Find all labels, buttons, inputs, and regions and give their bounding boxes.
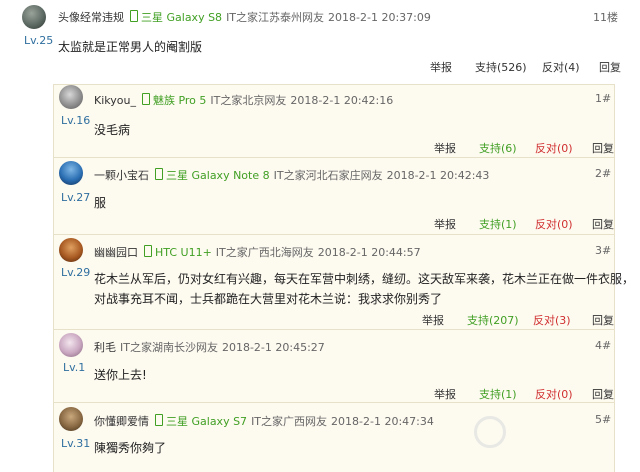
report-button[interactable]: 举报 (434, 216, 456, 232)
user-source: IT之家北京网友 (210, 94, 287, 107)
reply-content: 没毛病 (94, 123, 131, 137)
reply-button[interactable]: 回复 (592, 216, 614, 232)
reply-item: Lv.1 利毛 IT之家湖南长沙网友 2018-2-1 20:45:27 4# 送你… (54, 330, 614, 403)
avatar[interactable] (59, 85, 83, 109)
user-level: Lv.27 (61, 191, 91, 204)
phone-model[interactable]: 三星 Galaxy S7 (166, 415, 247, 428)
phone-model[interactable]: 魅族 Pro 5 (153, 94, 206, 107)
report-button[interactable]: 举报 (434, 386, 456, 402)
oppose-button[interactable]: 反对(0) (535, 216, 573, 232)
oppose-button[interactable]: 反对(3) (533, 312, 571, 328)
support-button[interactable]: 支持(1) (479, 386, 517, 402)
reply-header: 一颗小宝石 三星 Galaxy Note 8 IT之家河北石家庄网友 2018-2-1… (94, 167, 489, 183)
username[interactable]: Kikyou_ (94, 94, 136, 107)
user-source: IT之家湖南长沙网友 (120, 341, 218, 354)
phone-icon (155, 168, 163, 180)
phone-icon (144, 245, 152, 257)
reply-content: 送你上去! (94, 368, 147, 382)
oppose-button[interactable]: 反对(0) (535, 140, 573, 156)
avatar[interactable] (59, 238, 83, 262)
reply-time: 2018-2-1 20:47:34 (331, 415, 434, 428)
floor-number: 1# (595, 92, 612, 105)
avatar[interactable] (59, 333, 83, 357)
phone-model[interactable]: HTC U11+ (155, 246, 212, 259)
support-button[interactable]: 支持(1) (479, 216, 517, 232)
user-source: IT之家广西网友 (251, 415, 328, 428)
reply-content: 陳獨秀你夠了 (94, 441, 167, 455)
phone-icon (155, 414, 163, 426)
reply-actions: 举报 支持(6) 反对(0) 回复 (54, 140, 614, 156)
avatar[interactable] (22, 5, 46, 29)
watermark-logo (474, 414, 634, 454)
report-button[interactable]: 举报 (422, 312, 444, 328)
reply-content: 服 (94, 196, 107, 210)
user-source: IT之家江苏泰州网友 (226, 11, 325, 24)
reply-time: 2018-2-1 20:44:57 (317, 246, 421, 259)
floor-number: 4# (595, 339, 612, 352)
support-button[interactable]: 支持(207) (467, 312, 519, 328)
reply-button[interactable]: 回复 (599, 59, 621, 75)
username[interactable]: 利毛 (94, 341, 116, 354)
user-source: IT之家河北石家庄网友 (273, 169, 383, 182)
reply-time: 2018-2-1 20:42:43 (386, 169, 490, 182)
avatar[interactable] (59, 407, 83, 431)
floor-number: 2# (595, 167, 612, 180)
reply-header: 你懂卿爱情 三星 Galaxy S7 IT之家广西网友 2018-2-1 20:47:… (94, 413, 434, 429)
reply-time: 2018-2-1 20:42:16 (290, 94, 394, 107)
comment-header: 头像经常违规 三星 Galaxy S8 IT之家江苏泰州网友 2018-2-1 20:… (58, 9, 431, 25)
reply-header: 利毛 IT之家湖南长沙网友 2018-2-1 20:45:27 (94, 339, 325, 355)
reply-item: Lv.27 一颗小宝石 三星 Galaxy Note 8 IT之家河北石家庄网友 20… (54, 158, 614, 235)
oppose-button[interactable]: 反对(4) (542, 59, 580, 75)
username[interactable]: 幽幽园口 (94, 246, 138, 259)
phone-icon (141, 93, 150, 105)
phone-model[interactable]: 三星 Galaxy S8 (141, 11, 222, 24)
user-level: Lv.16 (61, 114, 91, 127)
phone-icon (130, 10, 138, 22)
reply-time: 2018-2-1 20:45:27 (221, 341, 325, 354)
username[interactable]: 一颗小宝石 (94, 169, 149, 182)
username[interactable]: 头像经常违规 (58, 11, 124, 24)
reply-header: 幽幽园口 HTC U11+ IT之家广西北海网友 2018-2-1 20:44:57 (94, 244, 421, 260)
reply-content: 花木兰从军后，仍对女红有兴趣，每天在军营中刺绣，缝纫。这天敌军来袭，花木兰正在做… (94, 272, 635, 286)
user-level: Lv.25 (24, 34, 54, 47)
reply-actions: 举报 支持(1) 反对(0) 回复 (54, 386, 614, 402)
phone-model[interactable]: 三星 Galaxy Note 8 (166, 169, 270, 182)
watermark-circle-icon (474, 416, 506, 448)
reply-actions: 举报 支持(207) 反对(3) 回复 (54, 312, 614, 328)
reply-button[interactable]: 回复 (592, 312, 614, 328)
comment-time: 2018-2-1 20:37:09 (328, 11, 431, 24)
floor-number: 11楼 (593, 11, 618, 24)
report-button[interactable]: 举报 (434, 140, 456, 156)
report-button[interactable]: 举报 (430, 59, 452, 75)
user-source: IT之家广西北海网友 (215, 246, 314, 259)
reply-item: Lv.29 幽幽园口 HTC U11+ IT之家广西北海网友 2018-2-1 20:… (54, 235, 634, 330)
support-button[interactable]: 支持(6) (479, 140, 517, 156)
comment-actions: 举报 支持(526) 反对(4) 回复 (0, 59, 640, 75)
user-level: Lv.31 (61, 437, 91, 450)
floor-number: 3# (595, 244, 612, 257)
reply-content: 对战事充耳不闻，士兵都跪在大营里对花木兰说：我求求你别秀了 (94, 292, 443, 306)
username[interactable]: 你懂卿爱情 (94, 415, 149, 428)
user-level: Lv.1 (63, 361, 86, 374)
reply-button[interactable]: 回复 (592, 386, 614, 402)
support-button[interactable]: 支持(526) (475, 59, 527, 75)
avatar[interactable] (59, 161, 83, 185)
reply-button[interactable]: 回复 (592, 140, 614, 156)
reply-item: Lv.16 Kikyou_ 魅族 Pro 5 IT之家北京网友 2018-2-1 20… (54, 85, 614, 158)
oppose-button[interactable]: 反对(0) (535, 386, 573, 402)
main-comment: Lv.25 头像经常违规 三星 Galaxy S8 IT之家江苏泰州网友 2018-2… (0, 0, 640, 84)
reply-header: Kikyou_ 魅族 Pro 5 IT之家北京网友 2018-2-1 20:42:16 (94, 92, 393, 108)
comment-content: 太监就是正常男人的阉割版 (58, 40, 203, 54)
user-level: Lv.29 (61, 266, 91, 279)
reply-actions: 举报 支持(1) 反对(0) 回复 (54, 216, 614, 232)
